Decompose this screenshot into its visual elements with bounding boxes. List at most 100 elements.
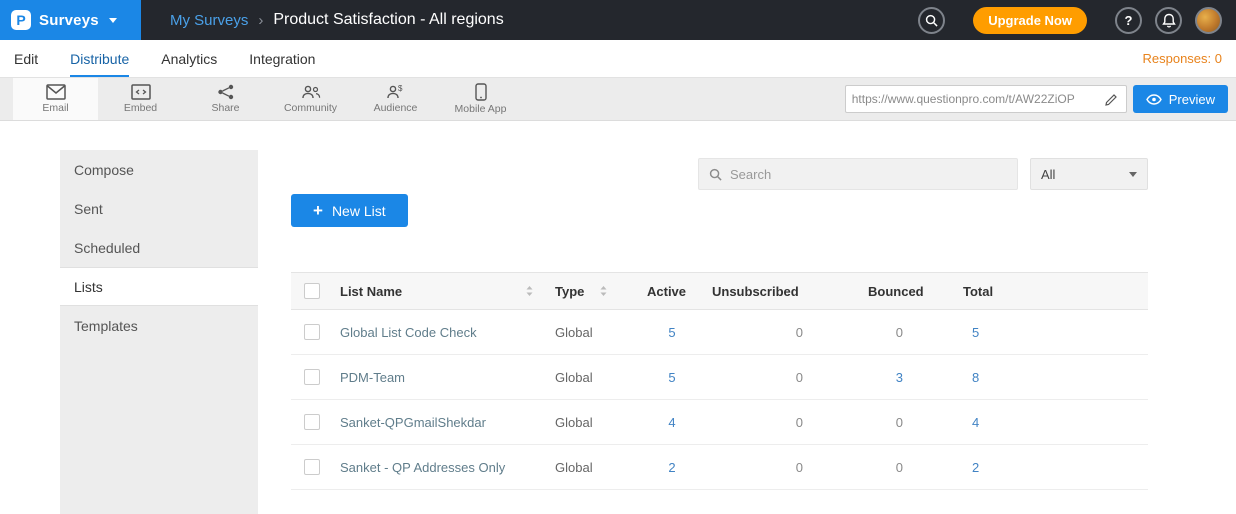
- list-search-input[interactable]: [730, 167, 1007, 182]
- share-icon: [217, 84, 235, 100]
- chevron-down-icon: [109, 18, 117, 23]
- sidebar-item-sent[interactable]: Sent: [60, 189, 258, 228]
- new-list-button[interactable]: + New List: [291, 194, 408, 227]
- select-all-checkbox[interactable]: [304, 283, 320, 299]
- sidebar-item-compose[interactable]: Compose: [60, 150, 258, 189]
- tab-analytics[interactable]: Analytics: [161, 40, 217, 77]
- pencil-icon: [1105, 93, 1118, 106]
- list-name-link[interactable]: Sanket - QP Addresses Only: [340, 460, 505, 475]
- questionpro-logo-icon: P: [11, 10, 31, 30]
- active-count[interactable]: 5: [637, 325, 707, 340]
- toolbar-item-audience[interactable]: $ Audience: [353, 78, 438, 120]
- sort-icon[interactable]: [598, 285, 609, 297]
- bounced-count: 0: [819, 460, 929, 475]
- total-count[interactable]: 8: [929, 370, 1019, 385]
- lists-table: List Name Type Active Unsubscribed Bounc…: [291, 272, 1148, 490]
- embed-code-icon: [131, 84, 151, 100]
- help-button[interactable]: ?: [1115, 7, 1142, 34]
- toolbar-item-label: Email: [42, 102, 68, 114]
- search-icon: [925, 14, 938, 27]
- email-sidebar: Compose Sent Scheduled Lists Templates: [60, 150, 258, 514]
- toolbar-item-label: Audience: [374, 102, 418, 114]
- table-row: Sanket - QP Addresses Only Global 2 0 0 …: [291, 445, 1148, 490]
- eye-icon: [1146, 94, 1162, 105]
- column-header-type[interactable]: Type: [541, 284, 637, 299]
- list-name-link[interactable]: Sanket-QPGmailShekdar: [340, 415, 486, 430]
- active-count[interactable]: 4: [637, 415, 707, 430]
- column-header-unsubscribed: Unsubscribed: [707, 284, 819, 299]
- page-title: Product Satisfaction - All regions: [273, 11, 503, 29]
- preview-button[interactable]: Preview: [1133, 85, 1228, 113]
- toolbar-item-email[interactable]: Email: [13, 78, 98, 120]
- audience-icon: $: [386, 84, 406, 100]
- total-count[interactable]: 2: [929, 460, 1019, 475]
- distribute-toolbar: Email Embed Share Community $ Audience M…: [0, 78, 1236, 121]
- preview-label: Preview: [1169, 92, 1215, 107]
- list-name-link[interactable]: Global List Code Check: [340, 325, 477, 340]
- breadcrumb-my-surveys-link[interactable]: My Surveys: [170, 12, 248, 29]
- filters-row: All: [291, 158, 1148, 190]
- topbar-actions: Upgrade Now ?: [918, 7, 1236, 34]
- total-count[interactable]: 4: [929, 415, 1019, 430]
- bell-icon: [1162, 13, 1176, 28]
- user-avatar[interactable]: [1195, 7, 1222, 34]
- sort-icon[interactable]: [524, 285, 535, 297]
- filter-selected-value: All: [1041, 167, 1055, 182]
- list-type: Global: [555, 415, 593, 430]
- bounced-count: 0: [819, 415, 929, 430]
- sidebar-item-scheduled[interactable]: Scheduled: [60, 228, 258, 267]
- total-count[interactable]: 5: [929, 325, 1019, 340]
- toolbar-item-label: Community: [284, 102, 337, 114]
- tab-edit[interactable]: Edit: [14, 40, 38, 77]
- toolbar-item-share[interactable]: Share: [183, 78, 268, 120]
- chevron-down-icon: [1129, 172, 1137, 177]
- sidebar-item-templates[interactable]: Templates: [60, 306, 258, 345]
- row-checkbox[interactable]: [304, 324, 320, 340]
- tab-integration[interactable]: Integration: [249, 40, 315, 77]
- unsubscribed-count: 0: [707, 370, 819, 385]
- toolbar-item-label: Share: [211, 102, 239, 114]
- row-checkbox[interactable]: [304, 414, 320, 430]
- upgrade-now-button[interactable]: Upgrade Now: [973, 7, 1087, 34]
- column-header-active: Active: [637, 284, 707, 299]
- table-header-row: List Name Type Active Unsubscribed Bounc…: [291, 272, 1148, 310]
- column-header-bounced: Bounced: [819, 284, 929, 299]
- responses-count[interactable]: Responses: 0: [1143, 51, 1223, 66]
- list-name-link[interactable]: PDM-Team: [340, 370, 405, 385]
- list-search-box: [698, 158, 1018, 190]
- unsubscribed-count: 0: [707, 460, 819, 475]
- active-count[interactable]: 2: [637, 460, 707, 475]
- search-button[interactable]: [918, 7, 945, 34]
- toolbar-right: Preview: [845, 85, 1228, 113]
- list-type: Global: [555, 460, 593, 475]
- toolbar-item-embed[interactable]: Embed: [98, 78, 183, 120]
- list-type-filter-dropdown[interactable]: All: [1030, 158, 1148, 190]
- column-header-total: Total: [929, 284, 1019, 299]
- sidebar-item-lists[interactable]: Lists: [60, 267, 258, 306]
- table-row: Sanket-QPGmailShekdar Global 4 0 0 4: [291, 400, 1148, 445]
- list-type: Global: [555, 325, 593, 340]
- active-count[interactable]: 5: [637, 370, 707, 385]
- table-row: Global List Code Check Global 5 0 0 5: [291, 310, 1148, 355]
- toolbar-item-label: Embed: [124, 102, 157, 114]
- notifications-button[interactable]: [1155, 7, 1182, 34]
- bounced-count: 0: [819, 325, 929, 340]
- toolbar-item-mobile-app[interactable]: Mobile App: [438, 78, 523, 120]
- community-people-icon: [300, 84, 322, 100]
- mobile-phone-icon: [475, 83, 487, 101]
- row-checkbox[interactable]: [304, 459, 320, 475]
- content-area: Compose Sent Scheduled Lists Templates A…: [0, 150, 1236, 514]
- row-checkbox[interactable]: [304, 369, 320, 385]
- unsubscribed-count: 0: [707, 325, 819, 340]
- plus-icon: +: [313, 202, 323, 219]
- envelope-icon: [46, 84, 66, 100]
- toolbar-item-community[interactable]: Community: [268, 78, 353, 120]
- lists-panel: All + New List List Name Type Active Uns: [291, 150, 1148, 490]
- search-icon: [709, 168, 722, 181]
- survey-url-input[interactable]: [852, 92, 1103, 106]
- bounced-count[interactable]: 3: [819, 370, 929, 385]
- edit-url-button[interactable]: [1103, 91, 1120, 108]
- tab-distribute[interactable]: Distribute: [70, 40, 129, 77]
- column-header-list-name[interactable]: List Name: [327, 284, 541, 299]
- surveys-product-menu[interactable]: P Surveys: [0, 0, 141, 40]
